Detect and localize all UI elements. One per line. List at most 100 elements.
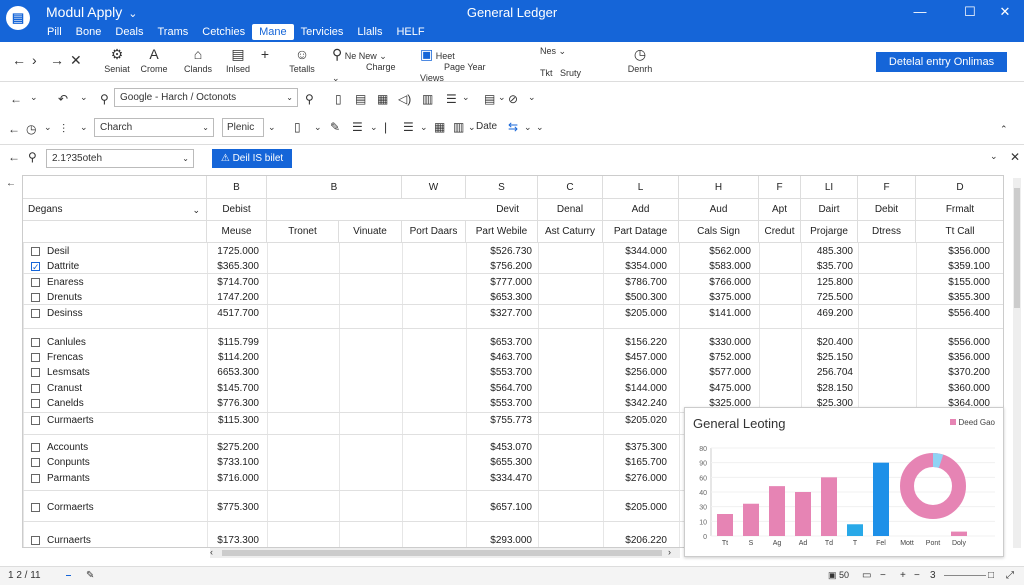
ribbon-btn-crome[interactable]: A Crome (140, 46, 168, 75)
ribbon-btn-inlsed[interactable]: ▤ Inlsed (224, 46, 252, 75)
table-cell[interactable]: 725.500 (801, 292, 853, 303)
table-cell[interactable]: $583.000 (679, 261, 751, 272)
table-cell[interactable]: $457.000 (603, 352, 667, 363)
table-cell[interactable]: $370.200 (916, 367, 990, 378)
scroll-left-icon[interactable]: ‹ (210, 547, 213, 557)
filter-button[interactable]: ⚠ Deil IS bilet (212, 149, 292, 168)
table-row[interactable]: Lesmsats 6653.300 $553.700 $256.000 $577.000… (23, 366, 1003, 381)
zoom-fit-icon[interactable]: ▣ 50 (828, 570, 849, 581)
chevron-down-icon[interactable]: ⌄ (462, 92, 470, 103)
pen-icon[interactable]: ✎ (330, 120, 340, 134)
row-checkbox[interactable] (31, 309, 40, 318)
table-cell[interactable]: $453.070 (466, 442, 532, 453)
row-checkbox[interactable] (31, 293, 40, 302)
table-cell[interactable]: $165.700 (603, 457, 667, 468)
table-cell[interactable]: $375.300 (603, 442, 667, 453)
table-cell[interactable]: $500.300 (603, 292, 667, 303)
table-cell[interactable]: $155.000 (916, 277, 990, 288)
row-checkbox[interactable] (31, 368, 40, 377)
column-header[interactable]: L (603, 176, 679, 199)
table-cell[interactable]: $115.799 (207, 337, 259, 348)
table-row[interactable]: Desinss 4517.700 $327.700 $205.000 $141.000 4… (23, 307, 1003, 322)
table-row[interactable]: ✓ Dattrite $365.300 $756.200 $354.000 $583.00… (23, 260, 1003, 275)
table-cell[interactable]: $20.400 (801, 337, 853, 348)
row-checkbox[interactable] (31, 384, 40, 393)
first-col-header[interactable]: Degans ⌄ (23, 199, 207, 221)
undo-icon[interactable]: ↶ (58, 92, 68, 106)
table-cell[interactable]: $342.240 (603, 398, 667, 409)
table-cell[interactable]: $776.300 (207, 398, 259, 409)
column-header[interactable]: C (538, 176, 603, 199)
chevron-down-icon[interactable]: ⌄ (524, 122, 532, 133)
table-cell[interactable]: $256.000 (603, 367, 667, 378)
zoom-decrease-icon[interactable]: − (914, 570, 920, 581)
ribbon-btn-tkt[interactable]: Nes ⌄ Tkt Sruty (540, 46, 595, 79)
no-icon[interactable]: ⊘ (508, 92, 518, 106)
table-cell[interactable]: $354.000 (603, 261, 667, 272)
menu-item-mane[interactable]: Mane (252, 24, 294, 40)
close-icon[interactable]: ✕ (70, 52, 82, 69)
back-arrow-icon[interactable]: ← (10, 92, 22, 106)
zoom-out-icon[interactable]: − (880, 570, 886, 581)
audio-icon[interactable]: ◁) (398, 92, 411, 106)
close-icon[interactable]: ✕ (1010, 150, 1020, 164)
align-icon[interactable]: ☰ (352, 120, 363, 134)
column-header[interactable]: B (207, 176, 267, 199)
table-cell[interactable]: $25.150 (801, 352, 853, 363)
lock-icon[interactable]: ▯ (335, 92, 342, 106)
maximize-button[interactable]: ☐ (950, 2, 990, 22)
filter-input[interactable]: 2.1?35oteh ⌄ (46, 149, 194, 168)
ribbon-btn-new[interactable]: ⚲ Ne New ⌄ Charge ⌄ (332, 46, 402, 84)
table-cell[interactable]: $577.000 (679, 367, 751, 378)
chevron-down-icon[interactable]: ⌄ (192, 199, 200, 221)
column-header[interactable]: F (759, 176, 801, 199)
table-cell[interactable]: $375.000 (679, 292, 751, 303)
column-header[interactable]: H (679, 176, 759, 199)
chevron-down-icon[interactable]: ⌄ (268, 122, 276, 133)
zoom-in-icon[interactable]: + (900, 570, 906, 581)
row-checkbox[interactable]: ✓ (31, 262, 40, 272)
search-input[interactable]: Google - Harch / Octonots ⌄ (114, 88, 298, 107)
table-cell[interactable]: $206.220 (603, 535, 667, 546)
row-checkbox[interactable] (31, 353, 40, 362)
chevron-down-icon[interactable]: ⌄ (314, 122, 322, 133)
table-cell[interactable]: $205.000 (603, 308, 667, 319)
table-cell[interactable]: $775.300 (207, 502, 259, 513)
ribbon-btn-tetalls[interactable]: ☺ Tetalls (286, 46, 318, 75)
grid-icon[interactable]: ▦ (377, 92, 388, 106)
table-cell[interactable]: $653.700 (466, 337, 532, 348)
table-cell[interactable]: $35.700 (801, 261, 853, 272)
fullscreen-icon[interactable]: ⤢ (1006, 570, 1014, 581)
clipboard-icon[interactable]: ▤ (484, 92, 495, 106)
table-cell[interactable]: $293.000 (466, 535, 532, 546)
table-cell[interactable]: $356.000 (916, 352, 990, 363)
collapse-arrow-icon[interactable]: ← (6, 178, 16, 189)
table-cell[interactable]: $655.300 (466, 457, 532, 468)
forward-arrow-icon[interactable]: › (32, 52, 37, 68)
table-cell[interactable]: $28.150 (801, 383, 853, 394)
zoom-slider[interactable] (944, 575, 986, 576)
table-cell[interactable]: $365.300 (207, 261, 259, 272)
back-arrow-icon[interactable]: ← (8, 150, 20, 164)
chevron-down-icon[interactable]: ⌄ (370, 122, 378, 133)
chevron-up-icon[interactable]: ⌃ (1000, 124, 1008, 135)
row-checkbox[interactable] (31, 503, 40, 512)
chevron-down-icon[interactable]: ⌄ (30, 92, 38, 103)
chevron-down-icon[interactable]: ⌄ (182, 150, 189, 167)
clock-icon[interactable]: ◷ (26, 122, 36, 136)
list-icon[interactable]: ☰ (403, 120, 414, 134)
menu-item-deals[interactable]: Deals (108, 24, 150, 40)
table-cell[interactable]: $553.700 (466, 367, 532, 378)
table-cell[interactable]: $562.000 (679, 246, 751, 257)
row-checkbox[interactable] (31, 474, 40, 483)
table-cell[interactable]: $755.773 (466, 415, 532, 426)
chevron-down-icon[interactable]: ⌄ (80, 122, 88, 133)
menu-item-cetchies[interactable]: Cetchies (195, 24, 252, 40)
table-cell[interactable]: $657.100 (466, 502, 532, 513)
table-cell[interactable]: $114.200 (207, 352, 259, 363)
table-cell[interactable]: $344.000 (603, 246, 667, 257)
chevron-down-icon[interactable]: ⌄ (286, 89, 293, 106)
minimize-button[interactable]: — (900, 2, 940, 22)
detail-entry-button[interactable]: Detelal entry Onlimas (876, 52, 1007, 72)
ribbon-btn-seniat[interactable]: ⚙ Seniat (104, 46, 130, 75)
